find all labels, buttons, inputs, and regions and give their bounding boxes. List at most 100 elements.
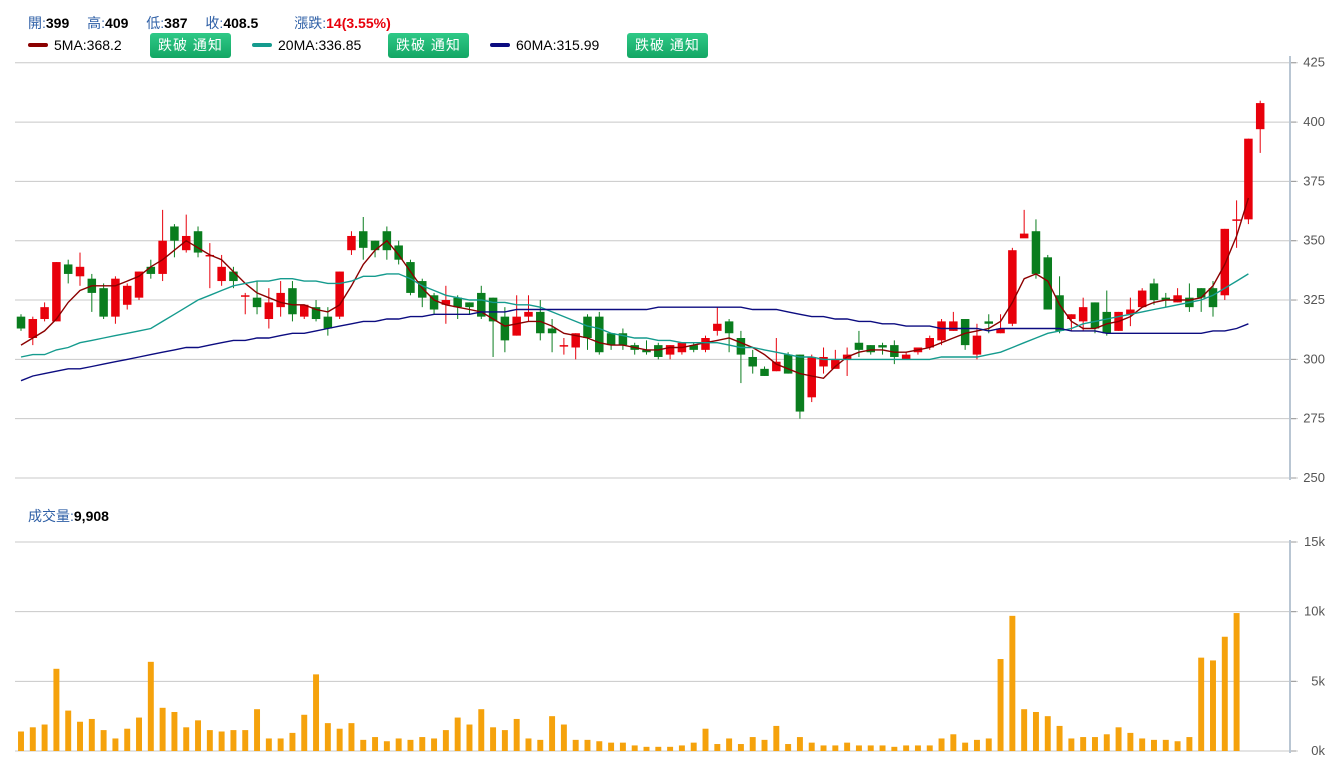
volume-bar — [395, 738, 402, 751]
candle-body — [937, 321, 946, 341]
candle-body — [276, 292, 285, 308]
volume-bar — [867, 745, 874, 751]
volume-bar — [643, 746, 650, 751]
volume-bar — [608, 742, 615, 751]
candle-body — [949, 321, 958, 331]
candle-body — [713, 323, 722, 331]
candle-body — [288, 288, 297, 315]
volume-bar — [336, 728, 343, 751]
candle-body — [28, 319, 38, 338]
candle-body — [1173, 295, 1182, 303]
volume-bar — [1233, 613, 1240, 751]
volume-bar — [631, 745, 638, 751]
candle-body — [252, 297, 262, 308]
candle-body — [1019, 233, 1029, 239]
volume-bar — [702, 728, 709, 751]
candle-body — [854, 342, 864, 350]
price-tick-label: 350 — [1303, 233, 1325, 248]
candle-body — [394, 245, 403, 260]
price-tick-label: 400 — [1303, 114, 1325, 129]
volume-bar — [29, 727, 36, 751]
price-tick-label: 425 — [1303, 55, 1325, 70]
candle-body — [229, 271, 238, 282]
volume-bar — [324, 723, 331, 751]
volume-bar — [749, 737, 756, 751]
candle-body — [75, 266, 85, 277]
volume-bar — [926, 745, 933, 751]
candle-body — [453, 297, 462, 308]
volume-bar — [1021, 709, 1028, 751]
candle-body — [240, 295, 250, 297]
candle-body — [1078, 307, 1088, 322]
candle-body — [972, 335, 982, 355]
volume-bar — [1162, 739, 1169, 751]
volume-bar — [301, 714, 308, 751]
volume-bar — [1068, 738, 1075, 751]
volume-bar — [1032, 711, 1039, 751]
volume-bar — [466, 724, 473, 751]
candle-body — [1031, 231, 1041, 274]
volume-tick-label: 5k — [1311, 673, 1325, 688]
volume-bar — [950, 734, 957, 751]
candle-body — [1255, 103, 1265, 130]
volume-bar — [560, 724, 567, 751]
volume-bar — [832, 745, 839, 751]
volume-bar — [501, 730, 508, 751]
volume-bar — [265, 738, 272, 751]
volume-bar — [171, 711, 178, 751]
volume-bar — [1174, 741, 1181, 751]
volume-bar — [820, 745, 827, 751]
candle-body — [122, 285, 132, 305]
candle-body — [795, 354, 805, 412]
volume-bar — [1198, 657, 1205, 751]
volume-bar — [808, 742, 815, 751]
volume-bar — [962, 742, 969, 751]
volume-bar — [855, 745, 862, 751]
volume-bar — [997, 659, 1004, 751]
candle-body — [1055, 295, 1064, 331]
candle-body — [984, 321, 994, 324]
volume-bar — [183, 727, 190, 751]
candle-body — [1208, 288, 1218, 308]
volume-bar — [1210, 660, 1216, 751]
candle-body — [606, 333, 616, 346]
candle-body — [724, 321, 734, 334]
stock-chart[interactable]: 250 275 300 325 350 375 400 425 0k 5k 10k 15k — [0, 0, 1330, 769]
volume-bar — [655, 746, 662, 751]
candle-body — [524, 311, 533, 317]
volume-bar — [147, 661, 154, 751]
volume-bar — [844, 742, 851, 751]
candle-body — [1008, 250, 1017, 324]
volume-bar — [879, 745, 886, 751]
volume-bar — [737, 744, 744, 751]
volume-bar — [1151, 739, 1157, 751]
volume-bar — [53, 668, 60, 751]
volume-bar — [478, 709, 485, 751]
volume-bar — [218, 731, 225, 751]
price-tick-label: 250 — [1303, 470, 1325, 485]
candle-body — [512, 316, 521, 336]
volume-bar — [88, 718, 95, 751]
volume-bar — [525, 738, 532, 751]
volume-bar — [1186, 737, 1193, 751]
volume-bar — [596, 741, 603, 751]
price-tick-label: 275 — [1303, 411, 1325, 426]
candle-body — [665, 345, 675, 355]
volume-bar — [1009, 615, 1016, 751]
volume-bar — [360, 739, 367, 751]
volume-bar — [1127, 732, 1134, 751]
volume-bar — [1091, 737, 1098, 751]
volume-bar — [289, 732, 296, 751]
candle-body — [1196, 288, 1206, 298]
candle-body — [146, 266, 156, 274]
candle-body — [1090, 302, 1100, 329]
volume-bar — [891, 746, 898, 751]
volume-bar — [277, 738, 284, 751]
volume-bar — [773, 725, 780, 751]
volume-bar — [348, 723, 355, 751]
volume-bar — [159, 707, 166, 751]
candle-body — [465, 302, 474, 308]
volume-bar — [372, 737, 379, 751]
candle-body — [63, 264, 73, 274]
volume-bar — [77, 721, 83, 751]
